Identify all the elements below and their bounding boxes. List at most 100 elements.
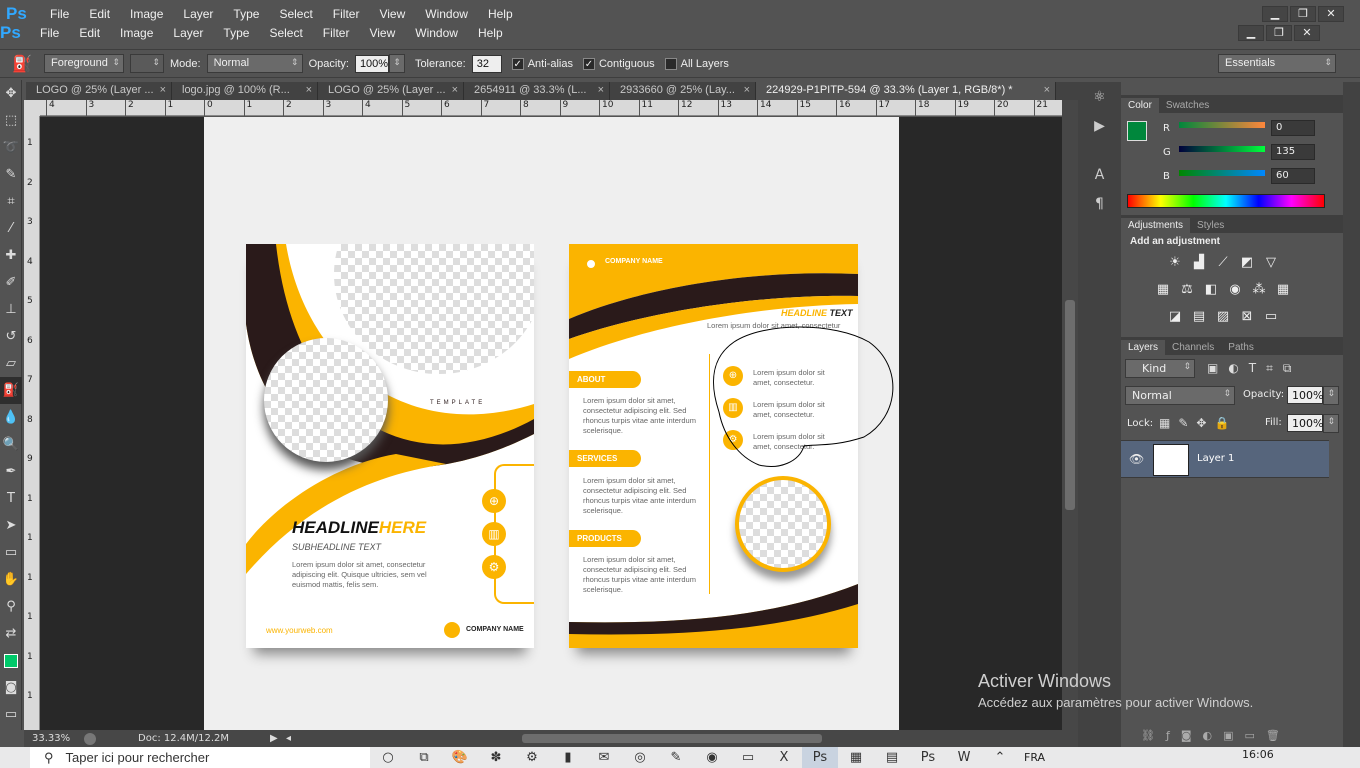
minimize-icon[interactable]: ▁ (1262, 5, 1288, 22)
mode-dropdown[interactable]: Normal (206, 54, 303, 73)
photo-filter-icon[interactable]: ◉ (1227, 283, 1243, 297)
history-icon[interactable]: ⚛ (1078, 82, 1121, 111)
healing-tool-icon[interactable]: ✚ (0, 242, 22, 269)
color-spectrum[interactable] (1127, 194, 1325, 208)
threshold-icon[interactable]: ▨ (1215, 310, 1231, 324)
all-layers-checkbox[interactable] (664, 57, 677, 70)
lock-icons[interactable]: ▦✎✥🔒 (1159, 416, 1237, 430)
minimize-icon[interactable]: ▁ (1238, 24, 1264, 41)
foreground-swatch[interactable] (1127, 121, 1147, 141)
visibility-eye-icon[interactable]: 👁 (1129, 452, 1144, 466)
move-tool-icon[interactable]: ✥ (0, 80, 22, 107)
layer-fill-field[interactable]: 100% (1287, 414, 1323, 432)
restore-icon[interactable]: ❐ (1266, 24, 1292, 41)
canvas-area[interactable]: BUSINESS TEMPLATE HEADLINEHERE SUBHEADLI… (40, 117, 1062, 730)
hue-icon[interactable]: ▦ (1155, 283, 1171, 297)
tab-paths[interactable]: Paths (1221, 340, 1261, 355)
menu-type-ghost[interactable]: Type (223, 7, 269, 21)
channel-g-value[interactable]: 135 (1271, 144, 1315, 160)
contiguous-checkbox[interactable]: ✓ (582, 57, 595, 70)
paint-bucket-tool-icon[interactable]: ⛽ (0, 377, 22, 404)
menu-image[interactable]: Image (110, 26, 163, 40)
vertical-scrollbar[interactable] (1062, 100, 1078, 730)
tab-doc-4[interactable]: 2654911 @ 33.3% (L... × (464, 82, 610, 100)
chrome-icon[interactable]: ◎ (622, 747, 658, 768)
outlook-icon[interactable]: ✉ (586, 747, 622, 768)
excel-icon[interactable]: X (766, 747, 802, 768)
color-balance-icon[interactable]: ⚖ (1179, 283, 1195, 297)
menu-filter-ghost[interactable]: Filter (323, 7, 370, 21)
brush-tool-icon[interactable]: ✐ (0, 269, 22, 296)
brightness-icon[interactable]: ☀ (1167, 256, 1183, 270)
stamp-tool-icon[interactable]: ⊥ (0, 296, 22, 323)
close-icon[interactable]: × (744, 84, 750, 96)
tab-doc-5[interactable]: 2933660 @ 25% (Lay... × (610, 82, 756, 100)
menu-edit-ghost[interactable]: Edit (79, 7, 120, 21)
language-indicator[interactable]: FRA (1024, 751, 1045, 764)
preset-dropdown[interactable]: Foreground (44, 54, 124, 73)
menu-file-ghost[interactable]: File (40, 7, 79, 21)
shape-tool-icon[interactable]: ▭ (0, 539, 22, 566)
app-icon-1[interactable]: ✽ (478, 747, 514, 768)
tab-doc-active[interactable]: 224929-P1PITP-594 @ 33.3% (Layer 1, RGB/… (756, 82, 1056, 100)
channel-b-value[interactable]: 60 (1271, 168, 1315, 184)
screen-mode-icon[interactable]: ▭ (0, 701, 22, 728)
panel-scrollbar[interactable] (1343, 82, 1360, 748)
quick-mask-icon[interactable]: ◙ (0, 674, 22, 701)
tab-channels[interactable]: Channels (1165, 340, 1221, 355)
pattern-picker[interactable] (130, 54, 164, 73)
paint-icon[interactable]: 🎨 (442, 747, 478, 768)
status-menu-arrow-icon[interactable]: ▶ (270, 733, 278, 744)
zoom-tool-icon[interactable]: ⚲ (0, 593, 22, 620)
settings-icon[interactable]: ⚙ (514, 747, 550, 768)
hand-tool-icon[interactable]: ✋ (0, 566, 22, 593)
workspace-dropdown[interactable]: Essentials (1218, 54, 1336, 73)
layer-fill-dropdown[interactable] (1323, 414, 1339, 433)
scroll-thumb[interactable] (1065, 300, 1075, 510)
channel-b-slider[interactable] (1179, 170, 1265, 176)
blend-mode-dropdown[interactable]: Normal (1125, 386, 1235, 405)
channel-r-value[interactable]: 0 (1271, 120, 1315, 136)
blur-tool-icon[interactable]: 💧 (0, 404, 22, 431)
task-view-icon[interactable]: ⧉ (406, 747, 442, 768)
selective-color-icon[interactable]: ⊠ (1239, 310, 1255, 324)
menu-filter[interactable]: Filter (313, 26, 360, 40)
exposure-icon[interactable]: ◩ (1239, 256, 1255, 270)
close-icon[interactable]: × (306, 84, 312, 96)
horizontal-scrollbar[interactable] (290, 730, 1058, 747)
taskbar-search[interactable]: ⚲ Taper ici pour rechercher (30, 747, 370, 768)
document-canvas[interactable]: BUSINESS TEMPLATE HEADLINEHERE SUBHEADLI… (204, 117, 899, 730)
tab-doc-3[interactable]: LOGO @ 25% (Layer ... × (318, 82, 464, 100)
type-tool-icon[interactable]: T (0, 485, 22, 512)
path-select-tool-icon[interactable]: ➤ (0, 512, 22, 539)
menu-type[interactable]: Type (213, 26, 259, 40)
actions-icon[interactable]: ▶ (1078, 111, 1121, 140)
color-lookup-icon[interactable]: ▦ (1275, 283, 1291, 297)
foreground-color-swatch[interactable] (0, 647, 22, 674)
black-white-icon[interactable]: ◧ (1203, 283, 1219, 297)
menu-window-ghost[interactable]: Window (415, 7, 478, 21)
restore-icon[interactable]: ❐ (1290, 5, 1316, 22)
close-icon[interactable]: × (160, 84, 166, 96)
firefox-icon[interactable]: ◉ (694, 747, 730, 768)
menu-file[interactable]: File (30, 26, 69, 40)
word-icon[interactable]: W (946, 747, 982, 768)
menu-edit[interactable]: Edit (69, 26, 110, 40)
menu-help[interactable]: Help (468, 26, 513, 40)
menu-view[interactable]: View (359, 26, 405, 40)
menu-image-ghost[interactable]: Image (120, 7, 173, 21)
opacity-field[interactable]: 100% (354, 54, 389, 73)
layer-opacity-dropdown[interactable] (1323, 386, 1339, 405)
channel-mixer-icon[interactable]: ⁂ (1251, 283, 1267, 297)
tray-up-icon[interactable]: ⌃ (982, 747, 1018, 768)
cortana-icon[interactable]: ○ (370, 747, 406, 768)
posterize-icon[interactable]: ▤ (1191, 310, 1207, 324)
layer-filter-icons[interactable]: ▣◐T⌗⧉ (1207, 361, 1301, 376)
lasso-tool-icon[interactable]: ➰ (0, 134, 22, 161)
close-icon[interactable]: × (452, 84, 458, 96)
close-icon[interactable]: ✕ (1294, 24, 1320, 41)
menu-select[interactable]: Select (259, 26, 312, 40)
swap-colors-icon[interactable]: ⇄ (0, 620, 22, 647)
layer-footer-icons[interactable]: ⛓ƒ◙◐▣▭🗑 (1141, 729, 1291, 742)
menu-view-ghost[interactable]: View (369, 7, 415, 21)
